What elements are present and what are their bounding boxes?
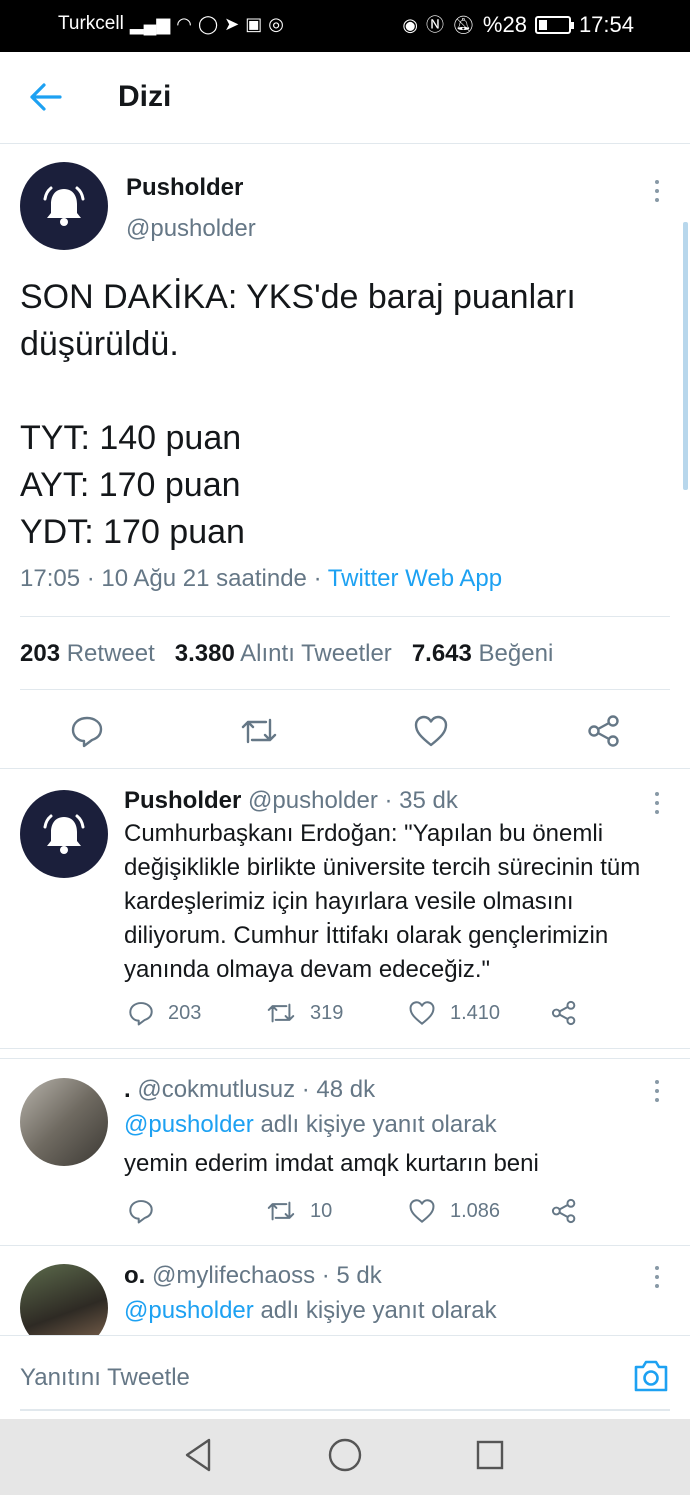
- main-tweet-author-handle[interactable]: @pusholder: [126, 215, 256, 243]
- reply-to-mention[interactable]: @pusholder: [124, 1111, 254, 1138]
- share-icon[interactable]: [550, 1000, 578, 1026]
- like-icon: [409, 1199, 435, 1223]
- retweet-stat[interactable]: 203 Retweet: [20, 640, 155, 668]
- status-bar-right: ◉ Ⓝ 🔕︎ %28 17:54: [402, 12, 634, 38]
- section-divider: [0, 1048, 690, 1049]
- main-tweet-timestamp: 17:05 · 10 Ağu 21 saatinde ·: [20, 565, 322, 592]
- reply-time: · 35 dk: [384, 787, 458, 814]
- whatsapp-icon: ◯: [197, 14, 219, 34]
- notification-icon: ◎: [268, 14, 284, 34]
- page-title: Dizi: [118, 80, 172, 113]
- carrier-label: Turkcell: [58, 13, 124, 34]
- bell-icon: [43, 186, 85, 226]
- nav-back-icon[interactable]: [182, 1437, 214, 1473]
- app-header: Dizi: [0, 52, 690, 144]
- like-count: 1.086: [450, 1199, 501, 1222]
- reply-time: · 5 dk: [321, 1262, 382, 1289]
- reply-author-handle[interactable]: @cokmutlusuz: [137, 1076, 295, 1103]
- share-icon[interactable]: [586, 714, 622, 748]
- reply-to-line: @pusholder adlı kişiye yanıt olarak: [124, 1111, 497, 1139]
- reply-author-name[interactable]: .: [124, 1076, 131, 1103]
- reply-header: Pusholder @pusholder · 35 dk: [124, 787, 458, 815]
- eye-icon: ◉: [402, 15, 419, 35]
- main-tweet-more-icon[interactable]: [653, 180, 661, 206]
- camera-icon[interactable]: [632, 1358, 670, 1394]
- scrollbar[interactable]: [683, 222, 688, 490]
- reply-reply-button[interactable]: [128, 1198, 168, 1224]
- reply-avatar-photo[interactable]: [20, 1078, 108, 1166]
- main-tweet-avatar[interactable]: [20, 162, 108, 250]
- back-arrow-icon[interactable]: [28, 82, 64, 112]
- status-bar-left: Turkcell ▂▄▆ ◠ ◯ ➤ ▣ ◎: [58, 13, 284, 35]
- like-icon: [409, 1001, 435, 1025]
- reply-retweet-button[interactable]: 10: [266, 1198, 332, 1224]
- reply-icon: [129, 1002, 153, 1026]
- reply-icon: [129, 1200, 153, 1224]
- section-divider: [0, 1245, 690, 1246]
- gallery-icon: ▣: [245, 14, 263, 34]
- reply-like-button[interactable]: 1.086: [408, 1198, 500, 1224]
- main-tweet-text: SON DAKİKA: YKS'de baraj puanları düşürü…: [20, 278, 576, 551]
- battery-icon: [534, 16, 574, 34]
- signal-icon: ▂▄▆: [129, 14, 171, 34]
- reply-time: · 48 dk: [301, 1076, 376, 1103]
- nav-home-icon[interactable]: [327, 1437, 363, 1473]
- reply-actions: 203 319 1.410: [124, 1000, 604, 1034]
- divider: [20, 689, 670, 690]
- reply-reply-button[interactable]: 203: [128, 1000, 201, 1026]
- retweet-icon[interactable]: [240, 714, 278, 748]
- main-tweet-source-link[interactable]: Twitter Web App: [328, 565, 502, 592]
- reply-more-icon[interactable]: [653, 1080, 661, 1106]
- reply-more-icon[interactable]: [653, 1266, 661, 1292]
- reply-author-name[interactable]: o.: [124, 1262, 145, 1289]
- system-nav-bar: [0, 1419, 690, 1495]
- reply-author-handle[interactable]: @mylifechaoss: [152, 1262, 315, 1289]
- reply-author-handle[interactable]: @pusholder: [248, 787, 378, 814]
- main-tweet-stats: 203 Retweet 3.380 Alıntı Tweetler 7.643 …: [20, 640, 553, 668]
- clock: 17:54: [578, 12, 634, 37]
- reply-to-suffix: adlı kişiye yanıt olarak: [260, 1111, 497, 1138]
- bell-icon: [43, 814, 85, 854]
- retweet-icon: [267, 1201, 295, 1221]
- retweet-icon: [267, 1003, 295, 1023]
- reply-like-button[interactable]: 1.410: [408, 1000, 500, 1026]
- reply-retweet-button[interactable]: 319: [266, 1000, 343, 1026]
- main-tweet-meta: 17:05 · 10 Ağu 21 saatinde · Twitter Web…: [20, 565, 502, 593]
- compose-underline: [20, 1409, 670, 1411]
- main-tweet-author-name[interactable]: Pusholder: [126, 174, 243, 202]
- battery-percent: %28: [482, 12, 527, 37]
- quote-stat[interactable]: 3.380 Alıntı Tweetler: [175, 640, 392, 668]
- reply-compose-bar: Yanıtını Tweetle: [0, 1335, 690, 1419]
- wifi-icon: ◠: [176, 14, 192, 34]
- divider: [20, 616, 670, 617]
- section-divider: [0, 1058, 690, 1059]
- telegram-icon: ➤: [224, 14, 240, 34]
- reply-text: yemin ederim imdat amqk kurtarın beni: [124, 1150, 539, 1177]
- reply-header: . @cokmutlusuz · 48 dk: [124, 1076, 375, 1104]
- reply-to-mention[interactable]: @pusholder: [124, 1297, 254, 1324]
- retweet-count: 10: [310, 1199, 333, 1222]
- reply-text: Cumhurbaşkanı Erdoğan: "Yapılan bu öneml…: [124, 820, 641, 983]
- like-count: 1.410: [450, 1001, 501, 1024]
- like-icon[interactable]: [413, 714, 449, 748]
- status-bar: Turkcell ▂▄▆ ◠ ◯ ➤ ▣ ◎ ◉ Ⓝ 🔕︎ %28 17:54: [0, 0, 690, 52]
- reply-count: 203: [168, 1001, 202, 1024]
- reply-actions: 10 1.086: [124, 1198, 604, 1232]
- share-icon[interactable]: [550, 1198, 578, 1224]
- section-divider: [0, 768, 690, 769]
- reply-icon[interactable]: [70, 714, 104, 748]
- reply-compose-input[interactable]: Yanıtını Tweetle: [20, 1364, 190, 1392]
- retweet-count: 319: [310, 1001, 344, 1024]
- reply-header: o. @mylifechaoss · 5 dk: [124, 1262, 382, 1290]
- nav-recents-icon[interactable]: [474, 1437, 506, 1473]
- reply-more-icon[interactable]: [653, 792, 661, 818]
- reply-to-line: @pusholder adlı kişiye yanıt olarak: [124, 1297, 497, 1325]
- nfc-icon: Ⓝ: [426, 15, 445, 35]
- reply-avatar[interactable]: [20, 790, 108, 878]
- mute-icon: 🔕︎: [452, 15, 475, 35]
- like-stat[interactable]: 7.643 Beğeni: [412, 640, 553, 668]
- reply-to-suffix: adlı kişiye yanıt olarak: [260, 1297, 497, 1324]
- reply-author-name[interactable]: Pusholder: [124, 787, 241, 814]
- main-tweet-actions: [0, 706, 690, 766]
